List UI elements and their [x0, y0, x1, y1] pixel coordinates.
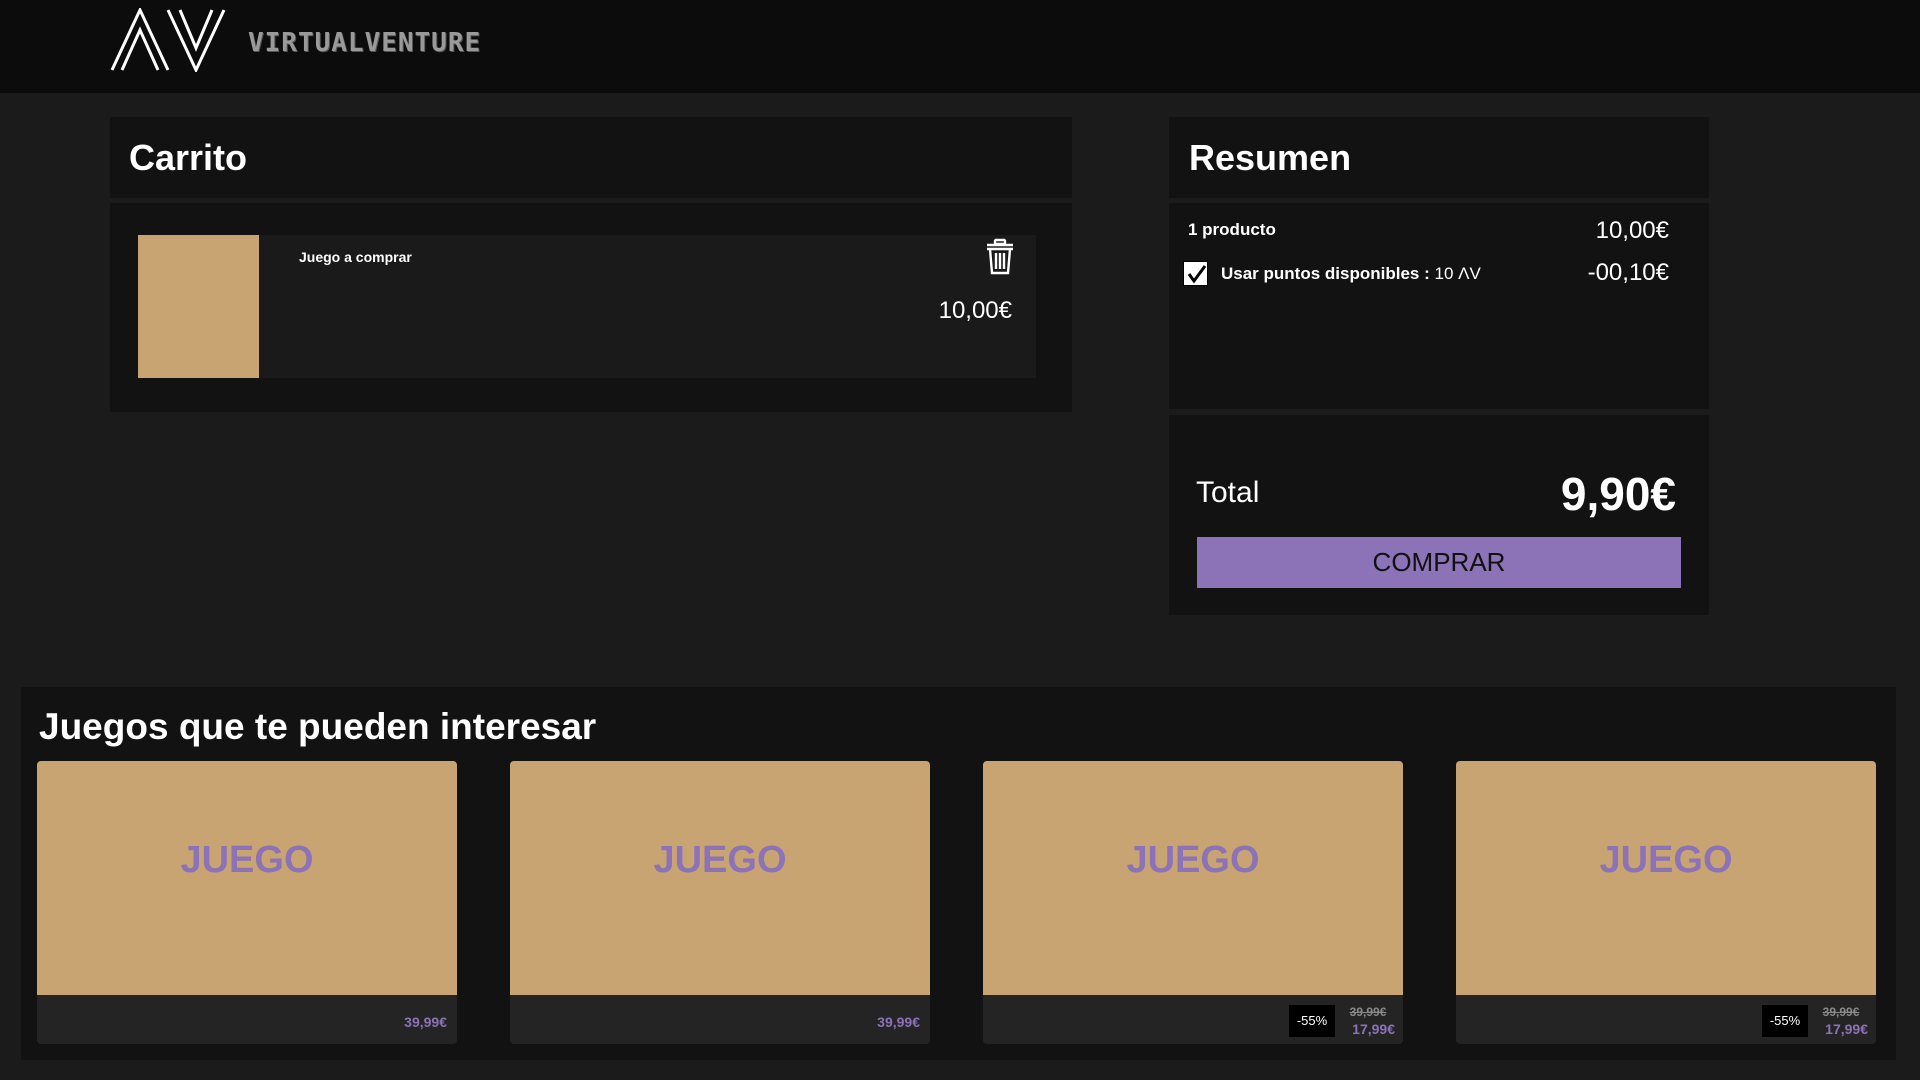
sale-price: 17,99€: [1825, 1021, 1868, 1037]
cart-title: Carrito: [129, 137, 248, 178]
use-points-label[interactable]: Usar puntos disponibles : 10 ΛV: [1221, 264, 1481, 284]
recommendations-panel: Juegos que te pueden interesar JUEGO 39,…: [21, 687, 1896, 1060]
total-panel: Total 9,90€ COMPRAR: [1169, 415, 1709, 615]
products-subtotal: 10,00€: [1595, 217, 1669, 244]
game-card-image[interactable]: JUEGO: [37, 761, 457, 995]
use-points-checkbox[interactable]: [1183, 261, 1208, 286]
products-count: 1 producto: [1188, 220, 1276, 239]
game-card-image[interactable]: JUEGO: [983, 761, 1403, 995]
use-points-text: Usar puntos disponibles :: [1221, 264, 1430, 283]
game-card-price: 39,99€: [877, 1014, 920, 1030]
summary-header: Resumen: [1169, 117, 1709, 198]
total-value: 9,90€: [1560, 468, 1676, 520]
recommendations-title: Juegos que te pueden interesar: [39, 706, 597, 747]
checkmark-icon: [1187, 265, 1207, 284]
game-card-image[interactable]: JUEGO: [1456, 761, 1876, 995]
game-card-price: 39,99€: [404, 1014, 447, 1030]
discount-badge: -55%: [1762, 1005, 1808, 1037]
game-card[interactable]: JUEGO -55% 39,99€ 17,99€: [983, 761, 1403, 1044]
summary-body: 1 producto 10,00€ Usar puntos disponible…: [1169, 203, 1709, 409]
discount-badge: -55%: [1289, 1005, 1335, 1037]
game-card-label: JUEGO: [653, 839, 787, 881]
total-label: Total: [1196, 476, 1260, 509]
game-card[interactable]: JUEGO 39,99€: [510, 761, 930, 1044]
av-logo-icon[interactable]: [110, 8, 228, 72]
game-card[interactable]: JUEGO 39,99€: [37, 761, 457, 1044]
old-price: 39,99€: [1822, 1005, 1860, 1019]
game-card-label: JUEGO: [1126, 839, 1260, 881]
cart-item-image[interactable]: [138, 235, 259, 378]
buy-button[interactable]: COMPRAR: [1197, 537, 1681, 588]
cart-item-name[interactable]: Juego a comprar: [299, 249, 412, 265]
game-card-label: JUEGO: [180, 839, 314, 881]
cart-header: Carrito: [110, 117, 1072, 198]
logo-text[interactable]: VIRTUALVENTURE: [248, 28, 481, 58]
cart-item: Juego a comprar 10,00€: [138, 235, 1036, 378]
top-bar: VIRTUALVENTURE: [0, 0, 1920, 93]
game-card-label: JUEGO: [1599, 839, 1733, 881]
trash-icon[interactable]: [984, 238, 1016, 276]
game-card[interactable]: JUEGO -55% 39,99€ 17,99€: [1456, 761, 1876, 1044]
points-amount: 10 ΛV: [1434, 264, 1481, 283]
game-card-image[interactable]: JUEGO: [510, 761, 930, 995]
sale-price: 17,99€: [1352, 1021, 1395, 1037]
old-price: 39,99€: [1349, 1005, 1387, 1019]
summary-title: Resumen: [1189, 137, 1352, 178]
points-discount: -00,10€: [1587, 259, 1669, 286]
cart-body: Juego a comprar 10,00€: [110, 203, 1072, 412]
cart-item-price: 10,00€: [938, 297, 1012, 324]
